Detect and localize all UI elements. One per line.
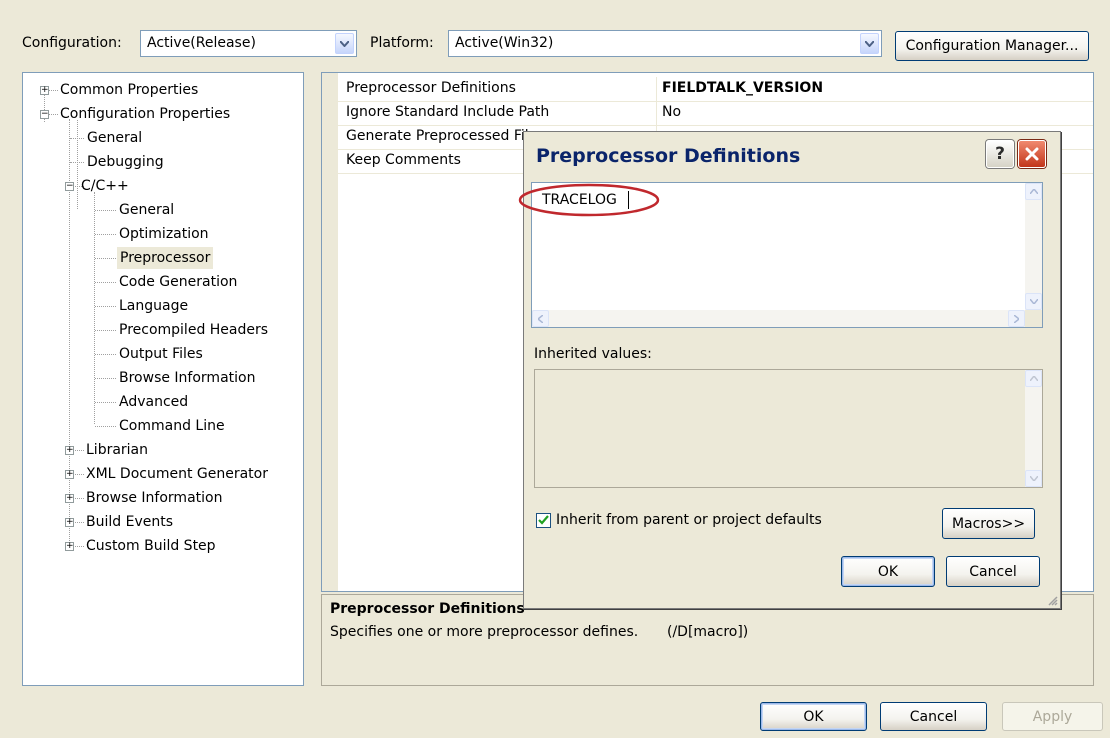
tree-item-xml-document-generator[interactable]: XML Document Generator bbox=[86, 463, 268, 485]
expand-icon[interactable]: + bbox=[65, 542, 74, 551]
highlight-ellipse bbox=[518, 183, 660, 217]
chevron-down-icon[interactable] bbox=[335, 33, 354, 54]
tree-item-precompiled-headers[interactable]: Precompiled Headers bbox=[119, 319, 268, 341]
tree-item-general[interactable]: General bbox=[87, 127, 142, 149]
tree-item-build-events[interactable]: Build Events bbox=[86, 511, 173, 533]
dialog-ok-button[interactable]: OK bbox=[841, 556, 935, 587]
property-name: Keep Comments bbox=[346, 152, 461, 168]
tree-item-common-properties[interactable]: Common Properties bbox=[60, 79, 198, 101]
expand-icon[interactable]: + bbox=[65, 518, 74, 527]
tree-item-optimization[interactable]: Optimization bbox=[119, 223, 209, 245]
collapse-icon[interactable]: − bbox=[40, 110, 49, 119]
close-button[interactable] bbox=[1018, 140, 1046, 168]
configuration-combo[interactable]: Active(Release) bbox=[140, 30, 357, 57]
question-icon: ? bbox=[995, 144, 1005, 164]
expand-icon[interactable]: + bbox=[65, 494, 74, 503]
scroll-right-icon[interactable] bbox=[1008, 310, 1025, 327]
platform-label: Platform: bbox=[370, 35, 434, 51]
resize-grip-icon[interactable] bbox=[1046, 594, 1058, 606]
grid-row[interactable]: Ignore Standard Include Path No bbox=[322, 101, 1093, 126]
property-name: Preprocessor Definitions bbox=[346, 80, 516, 96]
help-button[interactable]: ? bbox=[986, 140, 1014, 168]
description-title: Preprocessor Definitions bbox=[330, 601, 525, 617]
expand-icon[interactable]: + bbox=[40, 86, 49, 95]
tree-item-cpp-general[interactable]: General bbox=[119, 199, 174, 221]
tree-item-custom-build-step[interactable]: Custom Build Step bbox=[86, 535, 216, 557]
dialog-cancel-button[interactable]: Cancel bbox=[946, 556, 1040, 587]
scroll-up-icon bbox=[1025, 370, 1042, 387]
tree-item-command-line[interactable]: Command Line bbox=[119, 415, 225, 437]
ok-button[interactable]: OK bbox=[760, 702, 867, 731]
tree-item-preprocessor[interactable]: Preprocessor bbox=[117, 247, 214, 269]
macros-button[interactable]: Macros>> bbox=[942, 508, 1035, 539]
tree-item-librarian[interactable]: Librarian bbox=[86, 439, 148, 461]
property-value: FIELDTALK_VERSION bbox=[662, 80, 824, 96]
tree-item-output-files[interactable]: Output Files bbox=[119, 343, 203, 365]
preprocessor-definitions-dialog[interactable]: Preprocessor Definitions ? TRACELOG Inhe… bbox=[518, 131, 1061, 609]
scroll-down-icon bbox=[1025, 470, 1042, 487]
tree-item-browse-information[interactable]: Browse Information bbox=[119, 367, 255, 389]
scroll-up-icon[interactable] bbox=[1025, 183, 1042, 200]
property-tree[interactable]: + − − + + + + + Common Properties Config… bbox=[22, 72, 304, 686]
inherited-values-label: Inherited values: bbox=[534, 346, 652, 362]
vertical-scrollbar[interactable] bbox=[1025, 183, 1042, 310]
inherit-checkbox[interactable] bbox=[536, 513, 551, 528]
property-value: No bbox=[662, 104, 682, 120]
grid-row[interactable]: Preprocessor Definitions FIELDTALK_VERSI… bbox=[322, 77, 1093, 102]
cancel-button[interactable]: Cancel bbox=[880, 702, 987, 731]
property-name: Ignore Standard Include Path bbox=[346, 104, 550, 120]
inherit-checkbox-label[interactable]: Inherit from parent or project defaults bbox=[556, 512, 822, 528]
configuration-value: Active(Release) bbox=[147, 35, 256, 51]
description-text: Specifies one or more preprocessor defin… bbox=[330, 624, 639, 640]
tree-item-cpp[interactable]: C/C++ bbox=[81, 175, 129, 197]
configuration-label: Configuration: bbox=[22, 35, 122, 51]
tree-item-code-generation[interactable]: Code Generation bbox=[119, 271, 237, 293]
inherited-values-textarea bbox=[534, 369, 1043, 488]
platform-combo[interactable]: Active(Win32) bbox=[448, 30, 882, 57]
vertical-scrollbar bbox=[1025, 370, 1042, 487]
collapse-icon[interactable]: − bbox=[65, 182, 74, 191]
tree-item-browse-information-top[interactable]: Browse Information bbox=[86, 487, 222, 509]
expand-icon[interactable]: + bbox=[65, 446, 74, 455]
configuration-manager-button[interactable]: Configuration Manager... bbox=[895, 31, 1089, 61]
horizontal-scrollbar[interactable] bbox=[532, 310, 1025, 327]
property-name: Generate Preprocessed File bbox=[346, 128, 538, 144]
checkmark-icon bbox=[538, 515, 549, 525]
tree-item-configuration-properties[interactable]: Configuration Properties bbox=[60, 103, 230, 125]
scroll-left-icon[interactable] bbox=[532, 310, 549, 327]
dialog-title: Preprocessor Definitions bbox=[536, 145, 801, 167]
tree-item-debugging[interactable]: Debugging bbox=[87, 151, 164, 173]
tree-item-language[interactable]: Language bbox=[119, 295, 188, 317]
close-icon bbox=[1025, 147, 1039, 161]
expand-icon[interactable]: + bbox=[65, 470, 74, 479]
chevron-down-icon[interactable] bbox=[860, 33, 879, 54]
scroll-down-icon[interactable] bbox=[1025, 293, 1042, 310]
description-switch: (/D[macro]) bbox=[667, 624, 749, 640]
platform-value: Active(Win32) bbox=[455, 35, 554, 51]
apply-button: Apply bbox=[1002, 702, 1103, 731]
tree-item-advanced[interactable]: Advanced bbox=[119, 391, 188, 413]
